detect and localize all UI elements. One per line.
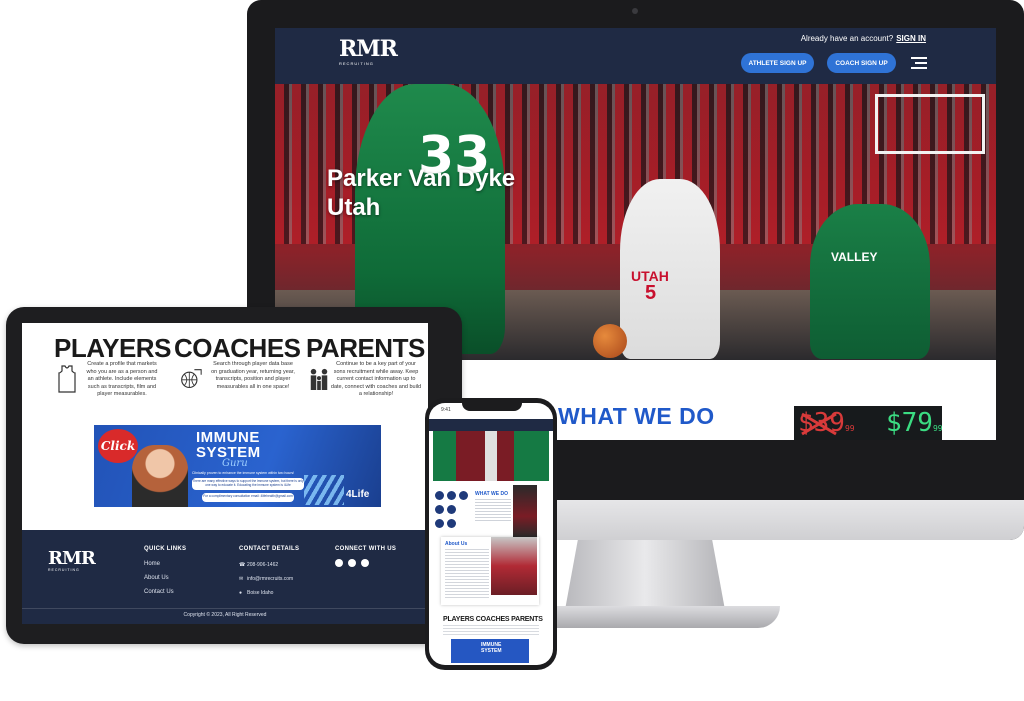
hamburger-menu-icon[interactable]	[911, 57, 927, 69]
camera-dot	[632, 8, 638, 14]
new-price-cents: 99	[932, 424, 943, 433]
ad-portrait-image	[132, 445, 188, 507]
parents-heading: PARENTS	[306, 333, 425, 363]
phone-hero-image	[433, 431, 549, 481]
phone-parents-heading: PARENTS	[511, 616, 543, 623]
jersey-valley-text: VALLEY	[831, 250, 878, 264]
tablet-screen: PLAYERS COACHES PARENTS Create a profile…	[22, 323, 428, 624]
price-display: $3999 $7999	[794, 406, 943, 440]
coaches-description: Search through player data base on gradu…	[211, 361, 295, 390]
phone-players-heading: PLAYERS	[443, 616, 475, 623]
location-pin-icon: ●	[239, 590, 243, 596]
strike-x-icon	[801, 412, 837, 436]
footer-link-about[interactable]: About Us	[144, 575, 169, 581]
instagram-icon[interactable]	[348, 559, 356, 567]
hero-title: Parker Van Dyke Utah	[327, 164, 515, 222]
footer-link-home[interactable]: Home	[144, 561, 160, 567]
footer-link-contact[interactable]: Contact Us	[144, 589, 174, 595]
footer-logo-subtitle: RECRUITING	[48, 568, 80, 572]
contact-details-heading: CONTACT DETAILS	[239, 546, 300, 552]
basketball-hoop-image	[875, 94, 985, 154]
ad-info-box: There are many effective ways to support…	[192, 478, 304, 490]
immune-system-ad-banner[interactable]: Click IMMUNE SYSTEM Guru Clinically prov…	[94, 425, 381, 507]
site-footer: RMR RECRUITING QUICK LINKS Home About Us…	[22, 530, 428, 624]
coaches-heading: COACHES	[174, 333, 301, 363]
connect-heading: CONNECT WITH US	[335, 546, 397, 552]
phone-notch	[462, 401, 522, 411]
account-prompt-text: Already have an account?	[800, 34, 894, 43]
ad-subtitle: Clinically proven to enhance the immune …	[192, 471, 295, 475]
phone-screen: 9:41 WHAT WE DO About Us PLAYERS COACHES…	[429, 403, 553, 665]
jersey-icon	[58, 365, 76, 393]
account-prompt: Already have an account? SIGN IN	[801, 34, 926, 43]
site-header: RMR RECRUITING Already have an account? S…	[275, 28, 996, 84]
quick-links-heading: QUICK LINKS	[144, 546, 187, 552]
athlete-signup-button[interactable]: ATHLETE SIGN UP	[741, 53, 814, 73]
footer-logo[interactable]: RMR	[48, 548, 96, 569]
hero-title-school: Utah	[327, 194, 381, 221]
phone-player-card-image	[513, 485, 537, 537]
footer-divider	[22, 608, 428, 609]
team-logo	[447, 519, 456, 528]
email-icon: ✉	[239, 576, 244, 582]
hero-title-name: Parker Van Dyke	[327, 165, 516, 192]
phone-ppp-headings: PLAYERS COACHES PARENTS	[443, 616, 543, 623]
players-description: Create a profile that markets who you ar…	[86, 361, 158, 397]
phone-about-image	[491, 537, 537, 595]
status-bar-time: 9:41	[441, 407, 451, 413]
contact-location: ● Boise Idaho	[239, 590, 273, 596]
ad-guru-script: Guru	[222, 458, 248, 469]
site-logo[interactable]: RMR	[339, 38, 398, 60]
contact-phone[interactable]: ☎ 208-906-1462	[239, 562, 278, 568]
team-logo	[447, 505, 456, 514]
ad-stripes-decoration	[304, 475, 344, 505]
coach-signup-button[interactable]: COACH SIGN UP	[827, 53, 896, 73]
phone-ppp-text	[443, 625, 539, 635]
team-logo	[435, 491, 444, 500]
contact-phone-text: 208-906-1462	[247, 562, 279, 568]
phone-ad-title: IMMUNE SYSTEM	[481, 642, 502, 654]
new-price: $7999	[886, 408, 943, 438]
site-logo-subtitle: RECRUITING	[339, 61, 374, 66]
team-logo	[447, 491, 456, 500]
ad-brand-logo: 4Life	[346, 489, 370, 500]
family-icon	[310, 368, 328, 390]
jersey-number-5: 5	[645, 282, 657, 304]
basketball-image	[593, 324, 627, 358]
phone-ad-title-line2: SYSTEM	[481, 648, 502, 654]
twitter-icon[interactable]	[361, 559, 369, 567]
team-logo	[435, 519, 444, 528]
contact-location-text: Boise Idaho	[247, 590, 274, 596]
ad-contact-box: For a complimentary consultation email: …	[202, 493, 294, 502]
parents-description: Continue to be a key part of your sons r…	[330, 361, 422, 397]
phone-site-header	[429, 419, 553, 431]
phone-text-block	[475, 499, 511, 523]
phone-about-heading: About Us	[445, 541, 468, 547]
old-price-cents: 99	[844, 424, 855, 433]
phone-coaches-heading: COACHES	[475, 616, 510, 623]
team-logo	[435, 505, 444, 514]
ad-click-badge[interactable]: Click	[98, 429, 138, 463]
sign-in-link[interactable]: SIGN IN	[896, 34, 926, 43]
copyright-text: Copyright © 2023, All Right Reserved	[183, 612, 267, 618]
team-logo	[459, 491, 468, 500]
contact-email[interactable]: ✉ info@rmrecruits.com	[239, 576, 293, 582]
facebook-icon[interactable]	[335, 559, 343, 567]
players-heading: PLAYERS	[54, 333, 171, 363]
phone-icon: ☎	[239, 562, 246, 568]
basketball-icon	[181, 369, 202, 389]
new-price-amount: $79	[886, 408, 933, 438]
player-valley-image	[810, 204, 930, 359]
phone-about-text	[445, 549, 489, 599]
contact-email-text: info@rmrecruits.com	[247, 576, 294, 582]
what-we-do-heading: WHAT WE DO	[558, 403, 715, 429]
phone-what-we-do-heading: WHAT WE DO	[475, 491, 508, 497]
monitor-stand	[565, 540, 725, 610]
